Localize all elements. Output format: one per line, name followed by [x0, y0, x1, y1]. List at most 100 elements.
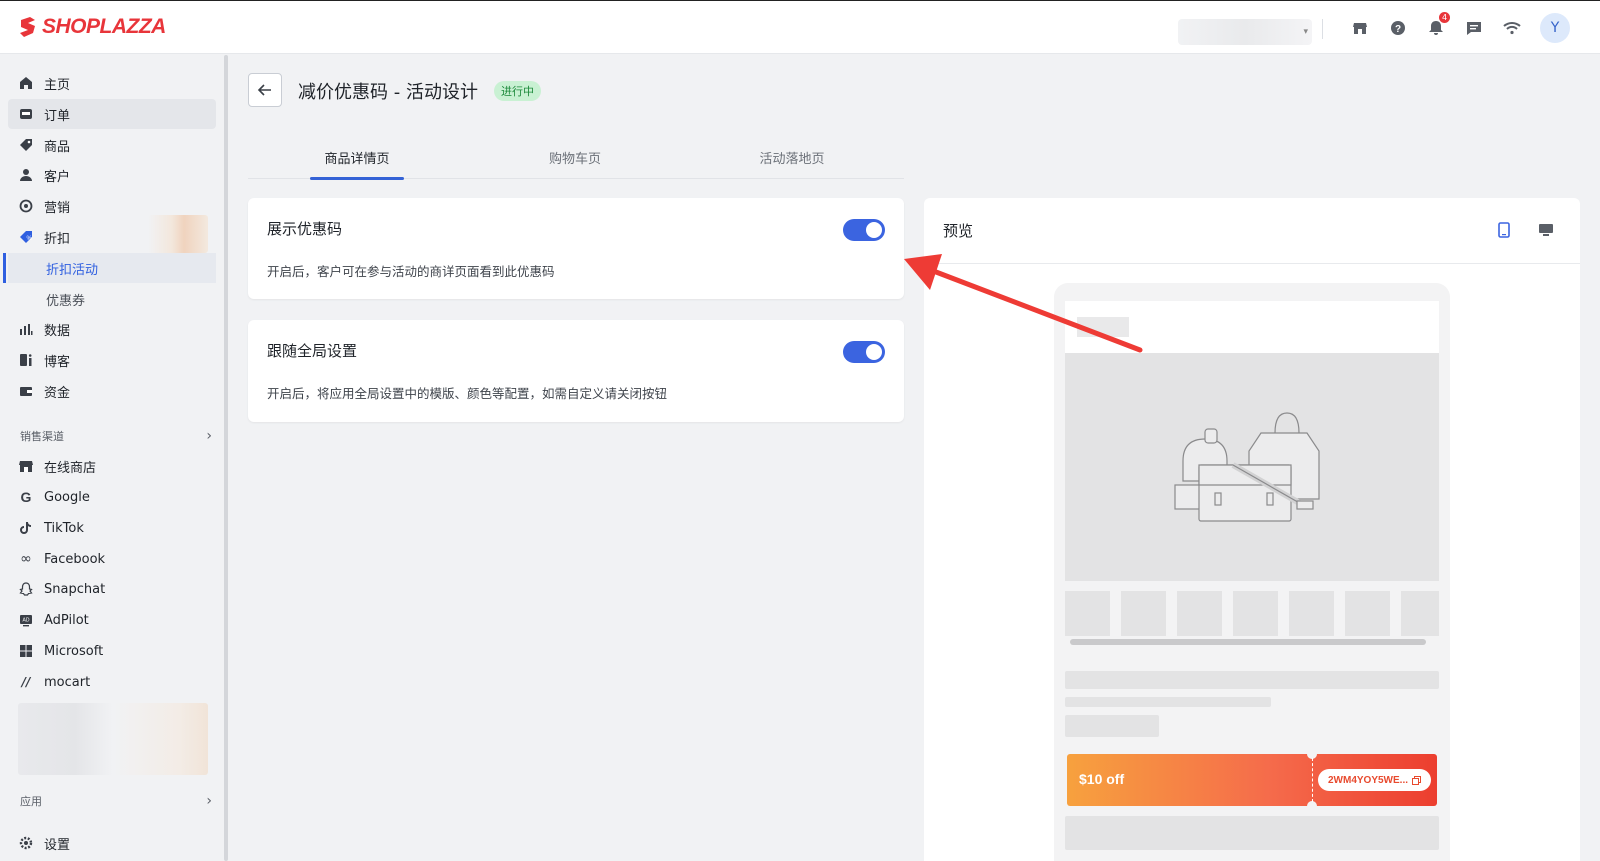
coupon-divider [1312, 758, 1313, 802]
tab-label: 活动落地页 [759, 152, 825, 167]
discount-icon: % [18, 229, 34, 245]
sidebar-item-products[interactable]: 商品 [8, 130, 216, 160]
store-icon[interactable] [1349, 17, 1371, 39]
sidebar-item-label: Facebook [44, 551, 106, 567]
tab-landing-page[interactable]: 活动落地页 [745, 136, 839, 179]
page-title: 减价优惠码 - 活动设计 [298, 82, 478, 103]
tab-label: 购物车页 [548, 152, 601, 167]
sidebar-item-blog[interactable]: 博客 [8, 345, 216, 375]
tab-label: 商品详情页 [324, 152, 390, 167]
product-image-placeholder [1065, 353, 1439, 581]
sidebar-item-snapchat[interactable]: Snapchat [8, 574, 216, 604]
sidebar-item-label: 数据 [44, 323, 71, 339]
show-code-toggle[interactable] [843, 219, 885, 241]
sidebar-item-microsoft[interactable]: Microsoft [8, 636, 216, 666]
thumbnail-placeholder [1121, 591, 1166, 636]
coupon-notch [1307, 801, 1317, 811]
sidebar-item-mocart[interactable]: // mocart [8, 667, 216, 697]
sidebar-item-finance[interactable]: 资金 [8, 376, 216, 406]
wifi-icon[interactable] [1501, 17, 1523, 39]
sidebar-item-label: 营销 [44, 200, 71, 216]
thumbnail-placeholder [1233, 591, 1278, 636]
sidebar-item-adpilot[interactable]: AD AdPilot [8, 605, 216, 635]
sidebar-item-tiktok[interactable]: TikTok [8, 513, 216, 543]
sidebar-scrollbar[interactable] [224, 55, 228, 861]
sidebar-item-home[interactable]: 主页 [8, 68, 216, 98]
thumbnail-placeholder [1065, 591, 1110, 636]
adpilot-icon: AD [18, 612, 34, 628]
sidebar-item-label: 订单 [44, 108, 71, 124]
gear-icon [18, 835, 34, 851]
svg-text:AD: AD [23, 618, 30, 624]
sidebar-item-online-store[interactable]: 在线商店 [8, 451, 216, 481]
tab-cart[interactable]: 购物车页 [528, 136, 622, 179]
sidebar-item-label: 博客 [44, 354, 71, 370]
microsoft-icon [18, 643, 34, 659]
price-placeholder [1065, 715, 1159, 737]
user-icon [18, 167, 34, 183]
thumbnail-placeholder [1401, 591, 1439, 636]
sidebar-item-label: 商品 [44, 139, 71, 155]
sidebar-item-orders[interactable]: 订单 [8, 99, 216, 129]
bell-icon[interactable]: 4 [1425, 12, 1450, 39]
mock-logo-placeholder [1077, 317, 1129, 337]
chevron-right-icon: › [206, 428, 212, 444]
sidebar-item-label: TikTok [44, 520, 84, 536]
coupon-code-chip[interactable]: 2WM4YOY5WE... [1318, 769, 1431, 791]
setting-card-show-code: 展示优惠码 开启后，客户可在参与活动的商详页面看到此优惠码 [248, 198, 904, 299]
apps-header[interactable]: 应用 › [20, 793, 212, 809]
message-icon[interactable] [1463, 17, 1485, 39]
sidebar-item-settings[interactable]: 设置 [8, 828, 216, 858]
back-button[interactable] [248, 73, 282, 107]
sidebar-item-label: 客户 [44, 169, 71, 185]
preview-title: 预览 [943, 222, 974, 240]
store-switcher[interactable]: ▾ [1178, 19, 1312, 45]
button-placeholder [1065, 816, 1439, 850]
sidebar-item-analytics[interactable]: 数据 [8, 314, 216, 344]
sidebar-item-facebook[interactable]: ∞ Facebook [8, 544, 216, 574]
sidebar-item-label: 折扣 [44, 231, 71, 247]
chevron-right-icon: › [206, 793, 212, 809]
order-icon [18, 106, 34, 122]
divider [1322, 19, 1323, 39]
copy-icon [1412, 775, 1421, 785]
sales-channels-header[interactable]: 销售渠道 › [20, 428, 212, 444]
sidebar-subitem-label: 折扣活动 [46, 262, 99, 278]
thumbnail-scrollbar [1070, 639, 1426, 645]
tab-product-detail[interactable]: 商品详情页 [310, 136, 404, 180]
svg-text:%: % [27, 236, 33, 242]
setting-card-follow-global: 跟随全局设置 开启后，将应用全局设置中的模版、颜色等配置，如需自定义请关闭按钮 [248, 320, 904, 422]
tiktok-icon [18, 520, 34, 536]
sidebar-item-google[interactable]: G Google [8, 482, 216, 512]
sales-channels-label: 销售渠道 [20, 430, 64, 443]
coupon-amount: $10 off [1079, 771, 1125, 787]
preview-tabs: 商品详情页 购物车页 活动落地页 [248, 136, 904, 180]
coupon-banner: $10 off 2WM4YOY5WE... [1067, 749, 1437, 811]
blog-icon [18, 352, 34, 368]
thumbnail-placeholder [1289, 591, 1334, 636]
tag-icon [18, 137, 34, 153]
sidebar-item-label: Microsoft [44, 643, 104, 659]
preview-panel: 预览 $10 off 2WM4YOY5WE... [924, 198, 1580, 861]
mobile-view-icon[interactable] [1494, 220, 1514, 240]
thumbnail-placeholder [1345, 591, 1390, 636]
follow-global-toggle[interactable] [843, 341, 885, 363]
mocart-icon: // [21, 675, 31, 689]
help-icon[interactable]: ? [1387, 17, 1409, 39]
sidebar-subitem-coupons[interactable]: 优惠券 [8, 284, 216, 314]
desktop-view-icon[interactable] [1536, 220, 1556, 240]
sidebar-item-customers[interactable]: 客户 [8, 160, 216, 190]
avatar[interactable]: Y [1540, 13, 1570, 43]
home-icon [18, 75, 34, 91]
thumbnail-placeholder [1177, 591, 1222, 636]
sidebar-item-label: Snapchat [44, 581, 106, 597]
shoplazza-logo-icon [20, 17, 35, 37]
arrow-left-icon [257, 84, 271, 96]
svg-text:?: ? [1395, 24, 1401, 35]
mock-header [1065, 301, 1439, 353]
setting-description: 开启后，将应用全局设置中的模版、颜色等配置，如需自定义请关闭按钮 [267, 386, 668, 401]
sidebar-subitem-discount-activities[interactable]: 折扣活动 [3, 253, 216, 283]
bags-illustration [1174, 412, 1320, 522]
shoplazza-logo[interactable]: SHOPLAZZA [18, 15, 166, 39]
chart-icon [18, 321, 34, 337]
